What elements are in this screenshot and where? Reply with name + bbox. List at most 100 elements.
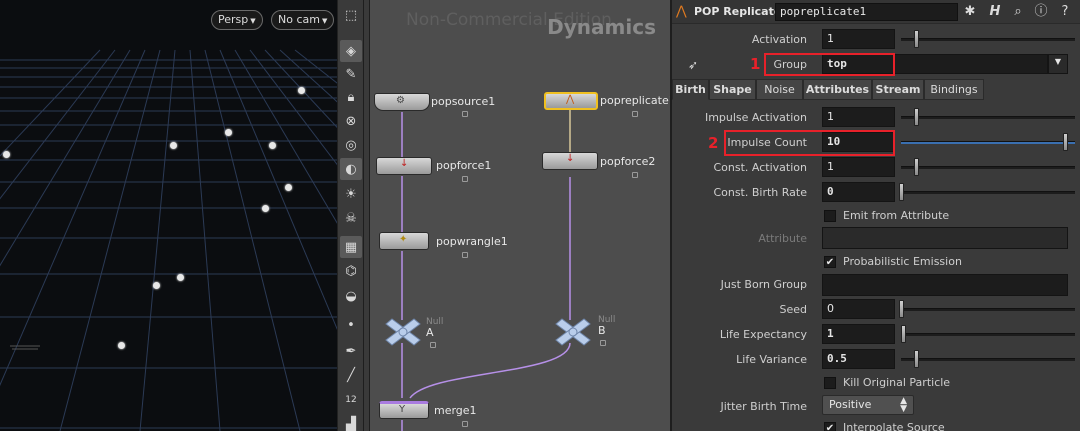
seed-slider[interactable] xyxy=(901,308,1075,311)
camera-dropdown[interactable]: No cam ▼ xyxy=(271,10,335,30)
probabilistic-emission-checkbox[interactable]: ✔ xyxy=(824,256,836,268)
info-icon[interactable]: ⓘ xyxy=(1032,3,1050,21)
seed-slider-handle[interactable] xyxy=(899,300,904,318)
attribute-field[interactable] xyxy=(822,227,1068,249)
camera-mode-dropdown[interactable]: Persp ▼ xyxy=(211,10,263,30)
sphere-icon[interactable]: ◎ xyxy=(340,134,362,156)
impulse-count-slider-handle[interactable] xyxy=(1063,133,1068,151)
point-icon[interactable]: • xyxy=(340,314,362,336)
check-icon: ✔ xyxy=(825,257,835,268)
particle xyxy=(3,151,10,158)
3d-viewport[interactable]: Persp ▼ No cam ▼ xyxy=(0,0,337,431)
jitter-birth-time-label: Jitter Birth Time xyxy=(720,400,807,413)
life-variance-slider-handle[interactable] xyxy=(914,350,919,368)
tab-birth[interactable]: Birth xyxy=(672,79,709,100)
impulse-activation-field[interactable]: 1 xyxy=(822,107,895,127)
const-activation-label: Const. Activation xyxy=(713,161,808,174)
activation-field[interactable]: 1 xyxy=(822,29,895,49)
close-object-icon[interactable]: ⊗ xyxy=(340,110,362,132)
node-name-field[interactable]: popreplicate1 xyxy=(775,3,958,21)
just-born-group-field[interactable] xyxy=(822,274,1068,296)
viewport-toolbar: ⬚ ◈ ✎ 🔒︎ ⊗ ◎ ◐ ☀ ☠ ▦ ⌬ ◒ • ✒ ╱ 12 ▟ xyxy=(337,0,363,431)
tab-shape[interactable]: Shape xyxy=(709,79,756,100)
network-editor[interactable]: Non-Commercial Edition Dynamics ⚙ popsou… xyxy=(370,0,670,431)
life-variance-field[interactable]: 0.5 xyxy=(822,349,895,369)
up-down-arrows-icon: ▲ ▼ xyxy=(900,396,907,414)
kill-original-particle-checkbox[interactable] xyxy=(824,377,836,389)
texture-icon[interactable]: ▦ xyxy=(340,236,362,258)
particle xyxy=(225,129,232,136)
wireframe-icon[interactable]: ⌬ xyxy=(340,260,362,282)
toolbar-more-icon[interactable]: ▟ xyxy=(340,413,362,431)
const-birth-rate-slider-handle[interactable] xyxy=(899,183,904,201)
brush-icon[interactable]: ╱ xyxy=(340,364,362,386)
node-label: B xyxy=(598,324,606,337)
attribute-label: Attribute xyxy=(758,232,807,245)
force-icon: ↓ xyxy=(566,153,575,164)
impulse-activation-label: Impulse Activation xyxy=(704,111,807,124)
tab-attributes[interactable]: Attributes xyxy=(803,79,872,100)
lock-icon xyxy=(600,340,606,346)
chevron-down-icon: ▼ xyxy=(321,17,328,25)
group-dropdown-button[interactable]: ▼ xyxy=(1048,54,1068,74)
tab-stream[interactable]: Stream xyxy=(872,79,924,100)
activation-slider[interactable] xyxy=(901,38,1075,41)
impulse-count-slider[interactable] xyxy=(901,141,1075,144)
camera-mode-label: Persp xyxy=(218,13,249,26)
life-expectancy-slider-handle[interactable] xyxy=(901,325,906,343)
lock-icon xyxy=(430,342,436,348)
number-label: 12 xyxy=(345,395,357,405)
lock-icon xyxy=(462,421,468,427)
interpolate-source-checkbox[interactable]: ✔ xyxy=(824,422,836,431)
const-activation-slider-handle[interactable] xyxy=(914,158,919,176)
view-icon[interactable]: ◈ xyxy=(340,40,362,62)
particle xyxy=(177,274,184,281)
tab-noise[interactable]: Noise xyxy=(756,79,803,100)
life-variance-slider[interactable] xyxy=(901,358,1075,361)
chevron-down-icon: ▼ xyxy=(250,17,256,25)
help-icon[interactable]: ? xyxy=(1056,3,1074,21)
lock-icon xyxy=(632,111,638,117)
particle xyxy=(118,342,125,349)
impulse-activation-slider[interactable] xyxy=(901,116,1075,119)
jitter-birth-time-dropdown[interactable]: Positive ▲ ▼ xyxy=(822,395,914,415)
impulse-activation-slider-handle[interactable] xyxy=(914,108,919,126)
particle xyxy=(298,87,305,94)
tab-bindings[interactable]: Bindings xyxy=(924,79,984,100)
light-icon[interactable]: ☀ xyxy=(340,183,362,205)
replicate-icon: ⋀ xyxy=(566,94,575,105)
node-label: popreplicate1 xyxy=(600,94,670,107)
view-edit-icon[interactable]: ✎ xyxy=(340,63,362,85)
check-icon: ✔ xyxy=(825,423,835,431)
arrow-cursor-icon[interactable]: ➶ xyxy=(688,58,698,72)
gear-icon[interactable]: ✱ xyxy=(961,3,979,21)
pane-divider[interactable] xyxy=(363,0,370,431)
const-birth-rate-field[interactable]: 0 xyxy=(822,182,895,202)
number-icon[interactable]: 12 xyxy=(340,389,362,411)
const-activation-slider[interactable] xyxy=(901,166,1075,169)
lock-icon[interactable]: 🔒︎ xyxy=(340,86,362,108)
const-birth-rate-slider[interactable] xyxy=(901,191,1075,194)
pen-icon[interactable]: ✒ xyxy=(340,340,362,362)
particle xyxy=(262,205,269,212)
particle xyxy=(170,142,177,149)
life-expectancy-field[interactable]: 1 xyxy=(822,324,895,344)
skull-icon[interactable]: ☠ xyxy=(340,207,362,229)
activation-slider-handle[interactable] xyxy=(914,30,919,48)
material-icon[interactable]: ◒ xyxy=(340,285,362,307)
display-icon[interactable]: ◐ xyxy=(340,158,362,180)
life-variance-label: Life Variance xyxy=(736,353,807,366)
const-activation-field[interactable]: 1 xyxy=(822,157,895,177)
emit-from-attribute-checkbox[interactable] xyxy=(824,210,836,222)
lock-icon xyxy=(462,252,468,258)
annotation-box-2 xyxy=(724,130,895,156)
null-node-icon xyxy=(555,318,591,346)
activation-label: Activation xyxy=(751,33,807,46)
select-icon[interactable]: ⬚ xyxy=(340,4,362,26)
source-icon: ⚙ xyxy=(396,95,405,106)
search-icon[interactable]: ⌕ xyxy=(1009,3,1027,21)
node-label: A xyxy=(426,326,434,339)
life-expectancy-slider[interactable] xyxy=(901,333,1075,336)
help-h-icon[interactable]: H xyxy=(986,3,1004,21)
seed-field[interactable]: 0 xyxy=(822,299,895,319)
